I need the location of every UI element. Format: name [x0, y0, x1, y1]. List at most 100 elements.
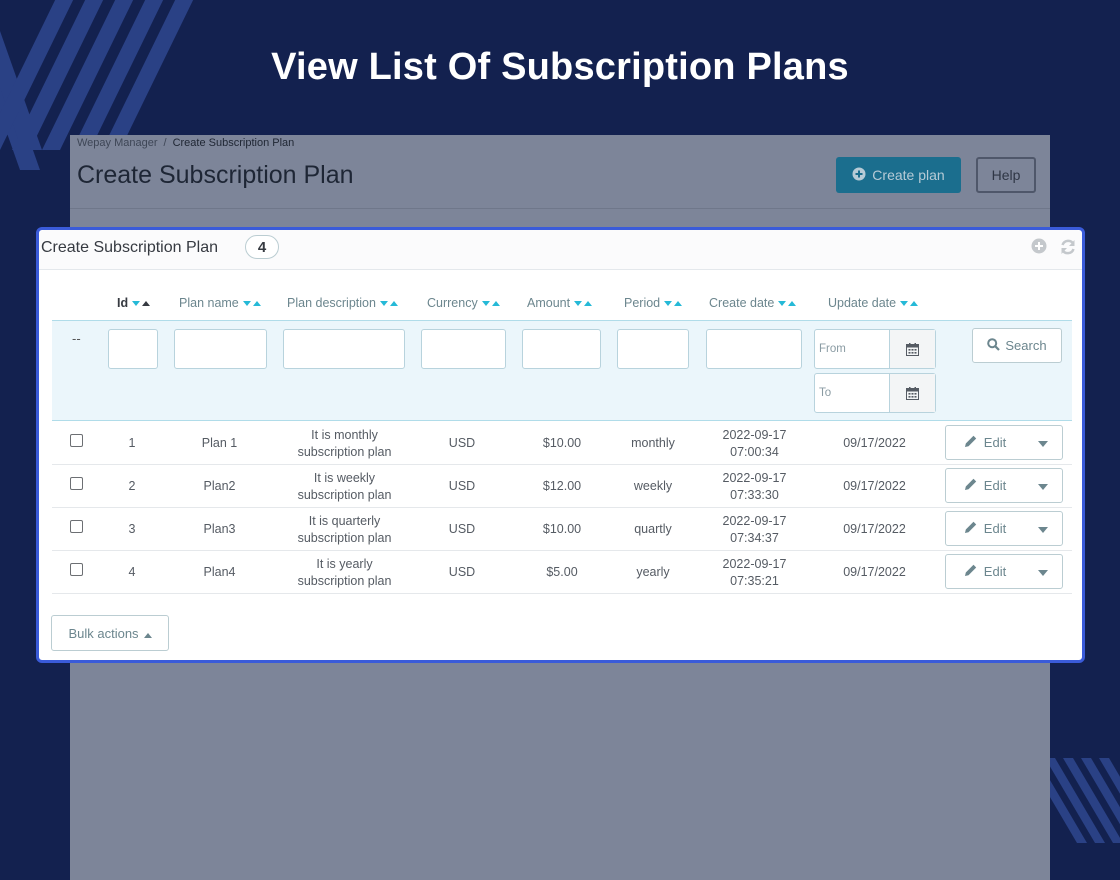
pencil-icon: [964, 563, 978, 580]
hero-title: View List Of Subscription Plans: [271, 46, 849, 88]
cell-plan-description: It is monthly subscription plan: [297, 427, 392, 459]
cell-create-date: 2022-09-17 07:34:37: [722, 513, 787, 545]
filter-id-input[interactable]: [108, 329, 158, 369]
caret-down-icon: [1038, 434, 1048, 452]
filter-period-input[interactable]: [617, 329, 689, 369]
row-actions: Edit: [945, 425, 1063, 460]
caret-down-icon: [1038, 477, 1048, 495]
cell-id: 1: [128, 436, 136, 450]
cell-period: weekly: [633, 479, 673, 493]
filter-create-date-input[interactable]: [706, 329, 802, 369]
column-header-update-date[interactable]: Update date: [828, 296, 919, 310]
cell-amount: $5.00: [546, 565, 578, 579]
cell-plan-description: It is weekly subscription plan: [297, 470, 392, 502]
count-badge: 4: [245, 235, 279, 259]
header-divider: [70, 208, 1050, 209]
row-checkbox[interactable]: [70, 563, 83, 576]
breadcrumb-item-wepay-manager[interactable]: Wepay Manager: [77, 137, 158, 149]
row-checkbox[interactable]: [70, 434, 83, 447]
cell-period: monthly: [631, 436, 675, 450]
row-actions-dropdown[interactable]: [1024, 426, 1062, 459]
cell-amount: $10.00: [542, 436, 582, 450]
cell-currency: USD: [448, 565, 476, 579]
calendar-icon[interactable]: [889, 374, 935, 412]
search-icon: [987, 337, 1001, 354]
row-actions-dropdown[interactable]: [1024, 555, 1062, 588]
edit-button[interactable]: Edit: [946, 469, 1024, 502]
table-row: 2 Plan2 It is weekly subscription plan US…: [52, 465, 1072, 508]
caret-down-icon: [1038, 520, 1048, 538]
cell-update-date: 09/17/2022: [843, 436, 906, 450]
pencil-icon: [964, 520, 978, 537]
cell-period: yearly: [636, 565, 670, 579]
cell-currency: USD: [448, 479, 476, 493]
cell-update-date: 09/17/2022: [843, 565, 906, 579]
subscription-plans-panel: Create Subscription Plan 4 Id Plan name …: [36, 227, 1085, 663]
filter-plan-name-input[interactable]: [174, 329, 267, 369]
column-header-plan-description[interactable]: Plan description: [287, 296, 399, 310]
filter-plan-description-input[interactable]: [283, 329, 405, 369]
bulk-actions-label: Bulk actions: [68, 625, 139, 641]
cell-amount: $10.00: [542, 522, 582, 536]
caret-up-icon: [143, 626, 152, 641]
refresh-icon[interactable]: [1059, 238, 1077, 261]
cell-id: 3: [128, 522, 136, 536]
column-header-create-date[interactable]: Create date: [709, 296, 797, 310]
create-plan-label: Create plan: [872, 167, 945, 183]
cell-currency: USD: [448, 436, 476, 450]
cell-plan-description: It is yearly subscription plan: [297, 556, 392, 588]
pencil-icon: [964, 477, 978, 494]
caret-down-icon: [1038, 563, 1048, 581]
row-actions-dropdown[interactable]: [1024, 512, 1062, 545]
page-title: Create Subscription Plan: [77, 161, 354, 189]
add-new-icon[interactable]: [1031, 238, 1047, 259]
filter-checkbox-placeholder: --: [72, 331, 81, 346]
cell-plan-name: Plan 1: [201, 436, 238, 450]
edit-button[interactable]: Edit: [946, 555, 1024, 588]
row-actions: Edit: [945, 554, 1063, 589]
breadcrumb-item-current: Create Subscription Plan: [172, 137, 295, 149]
filter-row: -- From To Search: [52, 320, 1072, 421]
row-checkbox[interactable]: [70, 477, 83, 490]
column-header-id[interactable]: Id: [117, 296, 151, 310]
filter-currency-input[interactable]: [421, 329, 506, 369]
date-from-placeholder: From: [819, 343, 846, 355]
calendar-icon[interactable]: [889, 330, 935, 368]
cell-id: 4: [128, 565, 136, 579]
decorative-stripes-bottom-right: [1045, 758, 1120, 843]
cell-plan-name: Plan3: [203, 522, 236, 536]
column-header-plan-name[interactable]: Plan name: [179, 296, 262, 310]
panel-title: Create Subscription Plan: [41, 239, 218, 256]
panel-header: Create Subscription Plan 4: [39, 230, 1082, 270]
date-to-placeholder: To: [819, 387, 832, 399]
row-actions-dropdown[interactable]: [1024, 469, 1062, 502]
search-button[interactable]: Search: [972, 328, 1062, 363]
help-button[interactable]: Help: [976, 157, 1036, 193]
cell-create-date: 2022-09-17 07:00:34: [722, 427, 787, 459]
create-plan-button[interactable]: Create plan: [836, 157, 961, 193]
filter-update-date-from[interactable]: From: [814, 329, 936, 369]
column-header-amount[interactable]: Amount: [527, 296, 593, 310]
bulk-actions-button[interactable]: Bulk actions: [51, 615, 169, 651]
column-header-period[interactable]: Period: [624, 296, 683, 310]
pencil-icon: [964, 434, 978, 451]
table-row: 1 Plan 1 It is monthly subscription plan …: [52, 422, 1072, 465]
cell-id: 2: [128, 479, 136, 493]
edit-button[interactable]: Edit: [946, 512, 1024, 545]
cell-update-date: 09/17/2022: [843, 522, 906, 536]
cell-period: quartly: [634, 522, 672, 536]
search-button-label: Search: [1005, 338, 1047, 353]
table-row: 3 Plan3 It is quarterly subscription plan…: [52, 508, 1072, 551]
cell-plan-description: It is quarterly subscription plan: [297, 513, 392, 545]
row-actions: Edit: [945, 468, 1063, 503]
filter-amount-input[interactable]: [522, 329, 601, 369]
filter-update-date-to[interactable]: To: [814, 373, 936, 413]
edit-button[interactable]: Edit: [946, 426, 1024, 459]
cell-update-date: 09/17/2022: [843, 479, 906, 493]
cell-create-date: 2022-09-17 07:33:30: [722, 470, 787, 502]
row-checkbox[interactable]: [70, 520, 83, 533]
cell-currency: USD: [448, 522, 476, 536]
cell-amount: $12.00: [542, 479, 582, 493]
table-row: 4 Plan4 It is yearly subscription plan US…: [52, 551, 1072, 594]
column-header-currency[interactable]: Currency: [427, 296, 501, 310]
